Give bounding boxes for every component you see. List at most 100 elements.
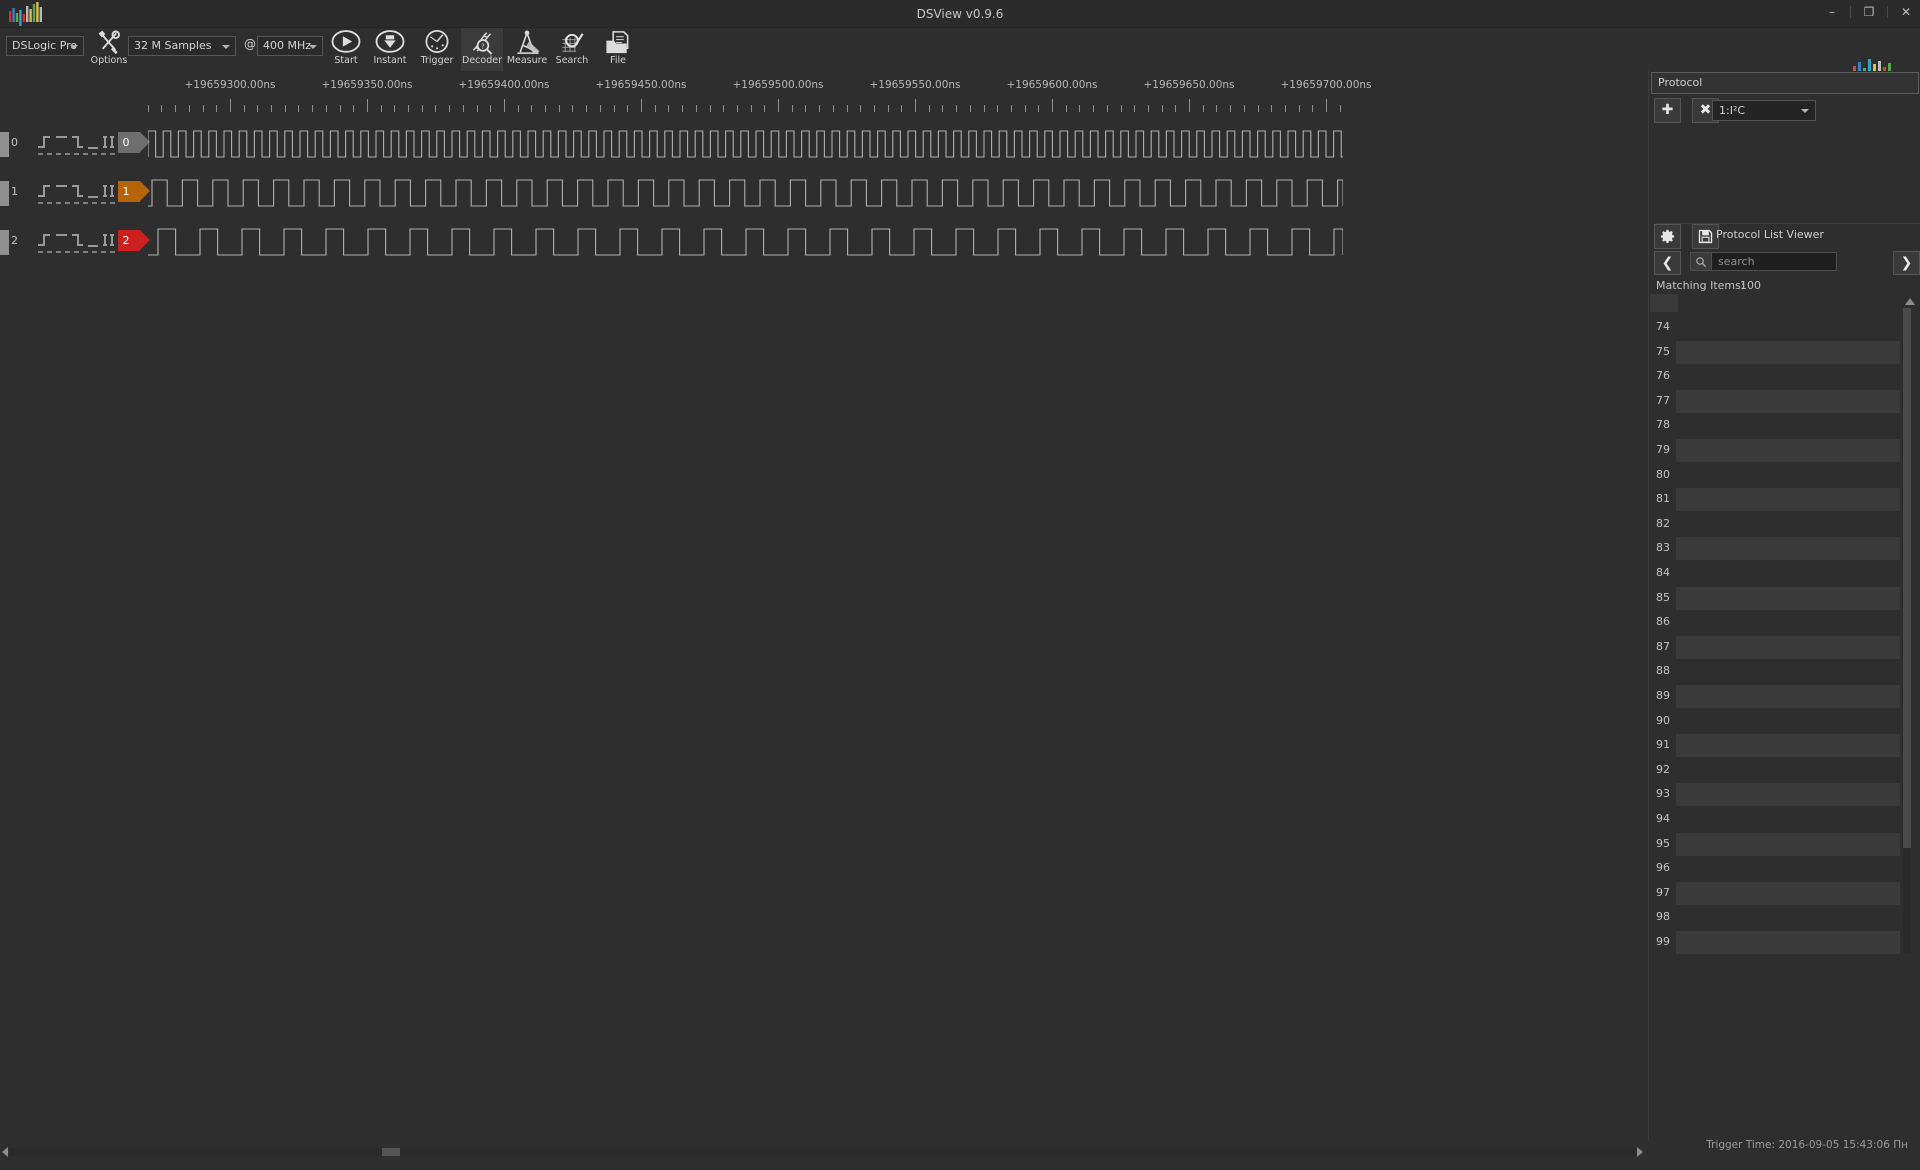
maximize-icon[interactable]: ❐ xyxy=(1861,3,1877,21)
protocol-list-item[interactable]: 94 xyxy=(1650,808,1900,833)
channel-waveform[interactable] xyxy=(148,218,1343,267)
protocol-list-item[interactable]: 88 xyxy=(1650,660,1900,685)
protocol-list-item[interactable]: 78 xyxy=(1650,414,1900,439)
ruler-tick xyxy=(1011,105,1012,112)
protocol-list-item-index: 90 xyxy=(1656,714,1670,727)
protocol-search-input[interactable] xyxy=(1712,252,1837,271)
protocol-save-button[interactable] xyxy=(1692,224,1719,249)
ruler-tick xyxy=(1038,105,1039,112)
channel-enable-bar[interactable] xyxy=(0,181,9,206)
gear-icon xyxy=(1660,229,1675,244)
add-decoder-button[interactable]: ✚ xyxy=(1654,98,1681,123)
protocol-list-item[interactable]: 95 xyxy=(1650,833,1900,858)
signal-type-icon[interactable] xyxy=(36,180,118,206)
sample-rate-select[interactable]: 400 MHz xyxy=(257,36,323,56)
minimize-icon[interactable]: – xyxy=(1824,3,1840,21)
protocol-list-item[interactable]: 96 xyxy=(1650,857,1900,882)
at-symbol: @ xyxy=(244,37,256,51)
ruler-tick xyxy=(1271,105,1272,112)
protocol-list-item[interactable]: 77 xyxy=(1650,390,1900,415)
channel-waveform[interactable] xyxy=(148,120,1343,169)
protocol-list-item[interactable]: 99 xyxy=(1650,931,1900,954)
search-button[interactable]: Search xyxy=(551,28,593,71)
protocol-prev-button[interactable]: ❮ xyxy=(1654,251,1681,275)
waveform-canvas[interactable] xyxy=(0,121,1648,1141)
protocol-list-item[interactable]: 87 xyxy=(1650,636,1900,661)
protocol-list-item[interactable]: 90 xyxy=(1650,710,1900,735)
protocol-list-item[interactable]: 82 xyxy=(1650,513,1900,538)
protocol-list-item[interactable]: 75 xyxy=(1650,341,1900,366)
protocol-list-item[interactable]: 83 xyxy=(1650,537,1900,562)
scroll-right-arrow-icon[interactable] xyxy=(1637,1147,1643,1157)
protocol-list-item[interactable]: 86 xyxy=(1650,611,1900,636)
protocol-list-item[interactable]: 76 xyxy=(1650,365,1900,390)
signal-type-icon[interactable] xyxy=(36,229,118,255)
decoder-button[interactable]: ? Decoder xyxy=(461,28,503,71)
instant-button[interactable]: Instant xyxy=(369,28,411,71)
protocol-list-item[interactable]: 91 xyxy=(1650,734,1900,759)
protocol-list-scrollbar-thumb[interactable] xyxy=(1903,308,1911,848)
protocol-list-item-value xyxy=(1676,464,1900,487)
channel-row[interactable]: 22 xyxy=(0,218,1648,267)
start-label: Start xyxy=(325,56,367,66)
protocol-list-item-index: 99 xyxy=(1656,935,1670,948)
time-ruler[interactable]: +19659300.00ns+19659350.00ns+19659400.00… xyxy=(0,71,1648,121)
ruler-tick xyxy=(1230,105,1231,112)
protocol-list-item[interactable]: 80 xyxy=(1650,464,1900,489)
protocol-list-item[interactable]: 98 xyxy=(1650,906,1900,931)
sample-count-select[interactable]: 32 M Samples xyxy=(128,36,236,56)
close-icon[interactable]: ✕ xyxy=(1898,3,1914,21)
signal-type-icon[interactable] xyxy=(36,131,118,157)
measure-button[interactable]: Measure xyxy=(506,28,548,71)
protocol-list-item[interactable]: 97 xyxy=(1650,882,1900,907)
ruler-tick xyxy=(1216,105,1217,112)
protocol-list-item[interactable]: 85 xyxy=(1650,587,1900,612)
ruler-tick xyxy=(682,105,683,112)
options-button[interactable]: Options xyxy=(88,28,130,71)
protocol-settings-button[interactable] xyxy=(1654,224,1681,249)
ruler-tick xyxy=(833,105,834,112)
ruler-label: +19659400.00ns xyxy=(458,79,549,91)
protocol-list-item[interactable]: 92 xyxy=(1650,759,1900,784)
device-select[interactable]: DSLogic Pro xyxy=(6,36,84,56)
ruler-tick xyxy=(1326,99,1327,112)
channel-tag[interactable]: 2 xyxy=(118,230,140,251)
ruler-label: +19659600.00ns xyxy=(1006,79,1097,91)
decoder-select[interactable]: 1:I²C xyxy=(1712,100,1816,121)
ruler-tick xyxy=(161,105,162,112)
channel-row[interactable]: 11 xyxy=(0,169,1648,218)
channel-waveform[interactable] xyxy=(148,169,1343,218)
protocol-list-item[interactable]: 93 xyxy=(1650,783,1900,808)
channel-tag[interactable]: 0 xyxy=(118,132,140,153)
channel-enable-bar[interactable] xyxy=(0,132,9,157)
protocol-list-item-value xyxy=(1676,587,1900,610)
ruler-tick xyxy=(1244,105,1245,112)
ruler-tick xyxy=(1162,105,1163,112)
start-button[interactable]: Start xyxy=(325,28,367,71)
horizontal-scrollbar-track[interactable] xyxy=(10,1148,1635,1156)
decoder-label: Decoder xyxy=(461,56,503,66)
protocol-list-item[interactable]: 89 xyxy=(1650,685,1900,710)
channel-enable-bar[interactable] xyxy=(0,230,9,255)
ruler-tick xyxy=(559,105,560,112)
channel-row[interactable]: 00 xyxy=(0,120,1648,169)
magnifier-grid-icon xyxy=(557,29,587,56)
protocol-list-item[interactable]: 84 xyxy=(1650,562,1900,587)
file-button[interactable]: File xyxy=(597,28,639,71)
channel-tag[interactable]: 1 xyxy=(118,181,140,202)
protocol-list-item-value xyxy=(1676,783,1900,806)
ruler-label: +19659450.00ns xyxy=(595,79,686,91)
title-bar: DSView v0.9.6 – ❐ ✕ xyxy=(0,0,1920,28)
protocol-list[interactable]: 74757677787980818283848586878889 90 919293… xyxy=(1650,294,1910,954)
protocol-list-item[interactable]: 74 xyxy=(1650,316,1900,341)
protocol-list-item[interactable]: 81 xyxy=(1650,488,1900,513)
protocol-next-button[interactable]: ❯ xyxy=(1893,251,1920,275)
scroll-up-arrow-icon[interactable] xyxy=(1905,298,1915,305)
window-title: DSView v0.9.6 xyxy=(0,0,1920,28)
scroll-left-arrow-icon[interactable] xyxy=(2,1147,8,1157)
trigger-button[interactable]: Trigger xyxy=(416,28,458,71)
search-icon[interactable] xyxy=(1690,252,1712,271)
ruler-tick xyxy=(860,105,861,112)
horizontal-scrollbar-thumb[interactable] xyxy=(382,1148,400,1156)
protocol-list-item[interactable]: 79 xyxy=(1650,439,1900,464)
